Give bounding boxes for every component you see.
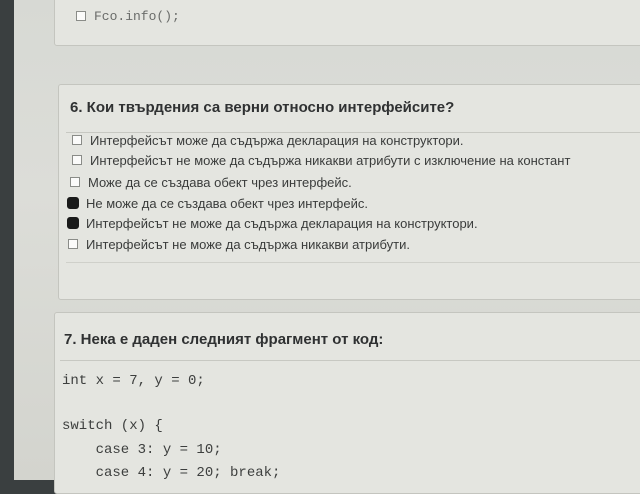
question-7-title: 7. Нека е даден следният фрагмент от код… [64, 331, 384, 348]
divider [66, 262, 640, 263]
checkbox[interactable] [72, 155, 82, 165]
code-line: case 4: y = 20; break; [62, 465, 281, 481]
option-row-6[interactable]: Интерфейсът не може да съдържа никакви а… [68, 234, 410, 254]
option-label: Може да се създава обект чрез интерфейс. [88, 174, 352, 190]
option-label: Интерфейсът може да съдържа декларация н… [90, 132, 464, 148]
option-row-4[interactable]: Не може да се създава обект чрез интерфе… [67, 193, 368, 213]
option-row-1[interactable]: Интерфейсът може да съдържа декларация н… [72, 130, 464, 150]
option-label: Интерфейсът не може да съдържа никакви а… [90, 152, 571, 168]
option-row-3[interactable]: Може да се създава обект чрез интерфейс. [70, 172, 352, 192]
option-label: Не може да се създава обект чрез интерфе… [86, 195, 368, 211]
option-row-2[interactable]: Интерфейсът не може да съдържа никакви а… [72, 150, 570, 170]
question-6-title: 6. Кои твърдения са верни относно интерф… [70, 99, 455, 116]
option-label: Интерфейсът не може да съдържа деклараци… [86, 215, 478, 231]
question-6-panel [58, 84, 640, 300]
checkbox[interactable] [76, 11, 86, 21]
checkbox[interactable] [70, 177, 80, 187]
checkbox-checked[interactable] [67, 197, 79, 209]
option-label: Интерфейсът не може да съдържа никакви а… [86, 236, 410, 252]
code-line: int x = 7, y = 0; [62, 373, 205, 389]
quiz-page: Fco.info(); 6. Кои твърдения са верни от… [14, 0, 640, 494]
divider [60, 360, 640, 361]
checkbox[interactable] [72, 135, 82, 145]
prev-option-label: Fco.info(); [94, 8, 180, 24]
checkbox[interactable] [68, 239, 78, 249]
option-row-5[interactable]: Интерфейсът не може да съдържа деклараци… [67, 213, 478, 233]
prev-option-row[interactable]: Fco.info(); [76, 6, 180, 26]
code-line: case 3: y = 10; [62, 442, 222, 458]
code-line: switch (x) { [62, 418, 163, 434]
checkbox-checked[interactable] [67, 217, 79, 229]
